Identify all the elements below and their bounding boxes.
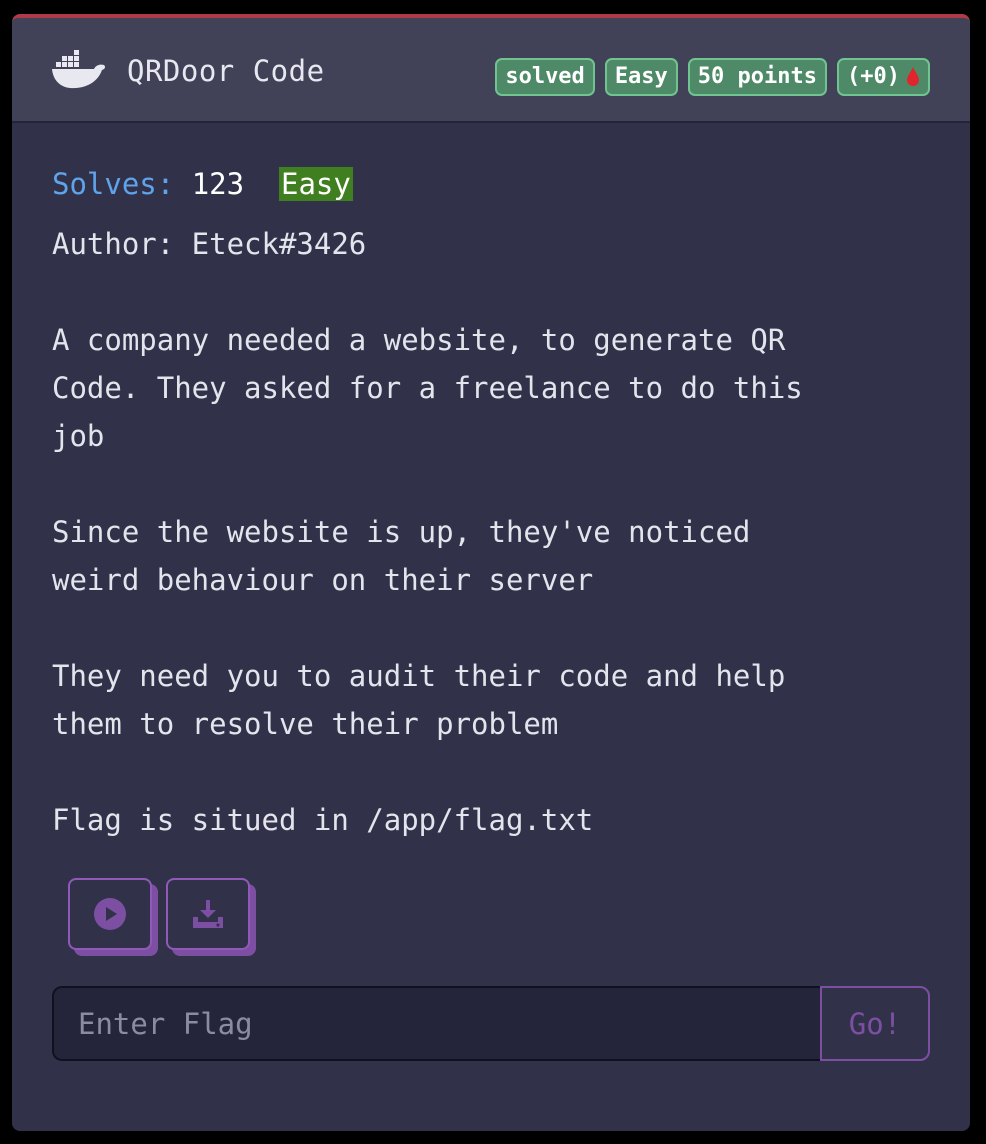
first-blood-badge: (+0) <box>837 58 930 96</box>
description-line <box>52 748 932 796</box>
start-instance-button[interactable] <box>68 878 152 950</box>
description-line: They need you to audit their code and he… <box>52 659 786 693</box>
challenge-card: QRDoor Code solved Easy 50 points (+0) S… <box>12 14 970 1131</box>
solved-badge: solved <box>495 58 595 96</box>
challenge-title: QRDoor Code <box>127 54 325 88</box>
docker-icon <box>52 50 106 89</box>
description-line: weird behaviour on their server <box>52 563 594 597</box>
description-line: job <box>52 419 105 453</box>
description-line: Flag is situed in /app/flag.txt <box>52 803 594 837</box>
solves-count: 123 <box>191 167 245 201</box>
difficulty-badge: Easy <box>604 58 678 96</box>
solves-line: Solves: 123 Easy <box>52 160 932 208</box>
download-files-button[interactable] <box>166 878 250 950</box>
description-line: them to resolve their problem <box>52 707 559 741</box>
description-line <box>52 604 932 652</box>
flag-input[interactable] <box>52 986 820 1061</box>
description-line: A company needed a website, to generate … <box>52 323 786 357</box>
flag-submit-form: Go! <box>52 986 930 1061</box>
points-badge: 50 points <box>687 58 828 96</box>
play-icon <box>94 898 126 930</box>
description-line <box>52 460 932 508</box>
challenge-body: Solves: 123 Easy Author: Eteck#3426 A co… <box>52 160 932 844</box>
challenge-actions <box>68 878 250 950</box>
difficulty-label: Easy <box>279 167 353 201</box>
solves-label: Solves: <box>52 167 175 201</box>
description-line: Since the website is up, they've noticed <box>52 515 751 549</box>
description-line: Code. They asked for a freelance to do t… <box>52 371 803 405</box>
download-icon <box>193 900 223 928</box>
bonus-points-label: (+0) <box>847 64 900 89</box>
submit-flag-button[interactable]: Go! <box>820 986 930 1061</box>
badge-group: solved Easy 50 points (+0) <box>495 58 930 96</box>
challenge-header: QRDoor Code solved Easy 50 points (+0) <box>12 18 970 123</box>
blood-drop-icon <box>907 67 919 86</box>
author-line: Author: Eteck#3426 <box>52 227 367 261</box>
